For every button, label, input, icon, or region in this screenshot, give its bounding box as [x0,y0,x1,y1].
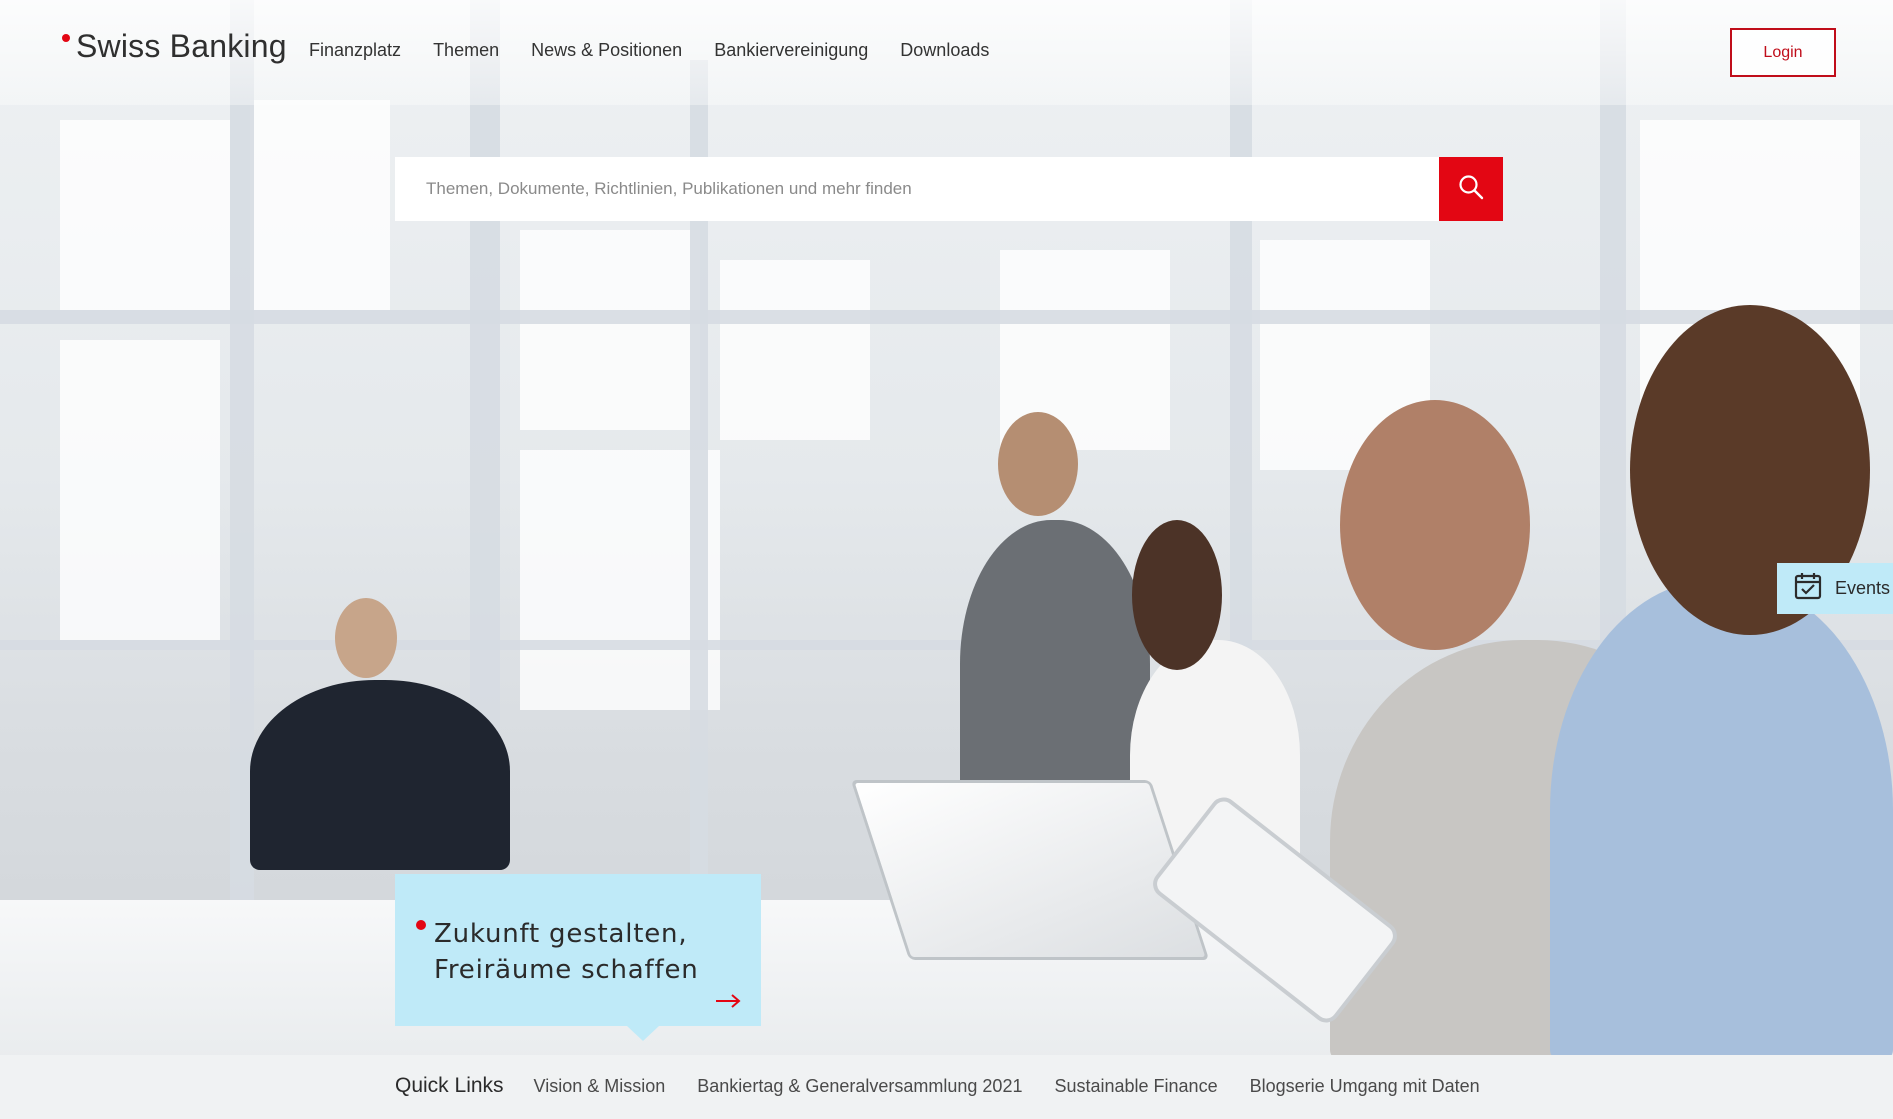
nav-item-finanzplatz[interactable]: Finanzplatz [309,40,401,61]
nav-item-themen[interactable]: Themen [433,40,499,61]
teaser-title-line2: Freiräume schaffen [434,955,699,985]
logo-dot-icon [62,34,70,42]
quick-link-blogserie[interactable]: Blogserie Umgang mit Daten [1250,1076,1480,1097]
calendar-check-icon [1793,571,1823,606]
login-button[interactable]: Login [1730,28,1836,77]
quick-links-heading: Quick Links [395,1074,504,1097]
events-label: Events [1835,578,1891,598]
logo[interactable]: Swiss Banking [62,28,287,65]
teaser-card[interactable]: Zukunft gestalten, Freiräume schaffen [395,874,761,1041]
search-icon [1458,174,1484,205]
nav-item-news-positionen[interactable]: News & Positionen [531,40,682,61]
arrow-right-icon[interactable] [715,986,741,1014]
search-input[interactable] [395,157,1439,221]
quick-link-bankiertag[interactable]: Bankiertag & Generalversammlung 2021 [697,1076,1022,1097]
teaser-dot-icon [416,920,426,930]
teaser-title-line1: Zukunft gestalten, [434,919,688,949]
teaser-pointer [627,1026,659,1041]
quick-link-sustainable-finance[interactable]: Sustainable Finance [1054,1076,1217,1097]
nav-item-downloads[interactable]: Downloads [900,40,989,61]
nav-item-bankiervereinigung[interactable]: Bankiervereinigung [714,40,868,61]
events-tab[interactable]: Events [1777,563,1893,614]
main-nav: Finanzplatz Themen News & Positionen Ban… [309,40,989,61]
quick-link-vision-mission[interactable]: Vision & Mission [534,1076,666,1097]
site-header: Swiss Banking Finanzplatz Themen News & … [0,0,1893,105]
logo-text: Swiss Banking [76,28,287,64]
teaser-title: Zukunft gestalten, Freiräume schaffen [434,916,734,988]
search-button[interactable] [1439,157,1503,221]
search-bar [395,157,1503,221]
quick-links-bar: Quick Links Vision & Mission Bankiertag … [0,1055,1893,1119]
